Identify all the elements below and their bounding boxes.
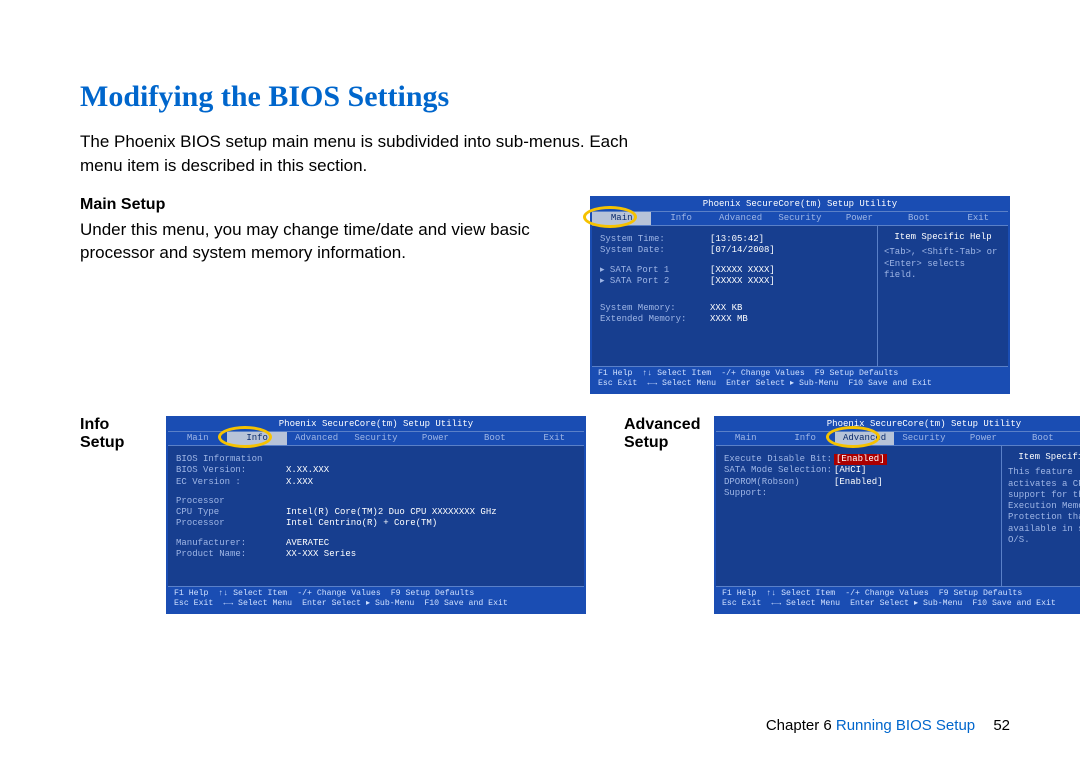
bios-row: Manufacturer:AVERATEC <box>176 538 576 549</box>
bios-tab-info: Info <box>651 212 710 225</box>
bios-tab-security: Security <box>770 212 829 225</box>
info-advanced-row: Info Setup Phoenix SecureCore(tm) Setup … <box>80 416 1010 614</box>
bios-main-screenshot: Phoenix SecureCore(tm) Setup Utility Mai… <box>590 196 1010 394</box>
bios-help-text: This feature activates a CPU support for… <box>1008 467 1080 546</box>
bios-main-pane: System Time:[13:05:42]System Date:[07/14… <box>592 226 878 366</box>
intro-text: The Phoenix BIOS setup main menu is subd… <box>80 130 640 178</box>
bios-advanced-screenshot: Phoenix SecureCore(tm) Setup Utility Mai… <box>714 416 1080 614</box>
bios-row: System Memory:XXX KB <box>600 303 869 314</box>
bios-row: BIOS Information <box>176 454 576 465</box>
bios-row: DPOROM(Robson) Support:[Enabled] <box>724 477 993 500</box>
main-setup-row: Main Setup Under this menu, you may chan… <box>80 196 1010 394</box>
page-number: 52 <box>993 717 1010 734</box>
bios-tab-advanced-active: Advanced <box>835 432 894 445</box>
bios-row: Execute Disable Bit:[Enabled] <box>724 454 993 465</box>
bios-row: BIOS Version:X.XX.XXX <box>176 465 576 476</box>
bios-tab-main: Main <box>592 212 651 225</box>
bios-row: Product Name:XX-XXX Series <box>176 549 576 560</box>
bios-advanced-pane: Execute Disable Bit:[Enabled]SATA Mode S… <box>716 446 1002 586</box>
bios-row: ▸ SATA Port 1[XXXXX XXXX] <box>600 265 869 276</box>
bios-tab-info-active: Info <box>227 432 286 445</box>
bios-info-screenshot: Phoenix SecureCore(tm) Setup Utility Mai… <box>166 416 586 614</box>
bios-row: CPU TypeIntel(R) Core(TM)2 Duo CPU XXXXX… <box>176 507 576 518</box>
chapter-name: Running BIOS Setup <box>836 717 975 734</box>
bios-row: ProcessorIntel Centrino(R) + Core(TM) <box>176 518 576 529</box>
bios-help-pane: Item Specific Help <Tab>, <Shift-Tab> or… <box>878 226 1008 366</box>
bios-row: Processor <box>176 496 576 507</box>
page-title: Modifying the BIOS Settings <box>80 80 1010 114</box>
bios-tab-boot: Boot <box>889 212 948 225</box>
bios-titlebar: Phoenix SecureCore(tm) Setup Utility <box>592 198 1008 211</box>
bios-footer: F1 Help ↑↓ Select Item -/+ Change Values… <box>592 366 1008 392</box>
main-setup-body: Under this menu, you may change time/dat… <box>80 218 562 266</box>
bios-row: System Time:[13:05:42] <box>600 234 869 245</box>
advanced-setup-heading: Advanced Setup <box>624 416 706 452</box>
bios-help-text: <Tab>, <Shift-Tab> or <Enter> selects fi… <box>884 247 1002 281</box>
bios-row: EC Version :X.XXX <box>176 477 576 488</box>
bios-info-pane: BIOS InformationBIOS Version:X.XX.XXXEC … <box>168 446 584 586</box>
page-footer: Chapter 6 Running BIOS Setup 52 <box>766 717 1010 734</box>
bios-tab-power: Power <box>830 212 889 225</box>
bios-tabs: Main Info Advanced Security Power Boot E… <box>592 211 1008 226</box>
info-setup-heading: Info Setup <box>80 416 158 452</box>
bios-row: Extended Memory:XXXX MB <box>600 314 869 325</box>
bios-tab-advanced: Advanced <box>711 212 770 225</box>
bios-row: SATA Mode Selection:[AHCI] <box>724 465 993 476</box>
chapter-label: Chapter 6 <box>766 717 832 734</box>
bios-tab-exit: Exit <box>949 212 1008 225</box>
main-setup-heading: Main Setup <box>80 196 562 214</box>
bios-row: ▸ SATA Port 2[XXXXX XXXX] <box>600 276 869 287</box>
bios-row: System Date:[07/14/2008] <box>600 245 869 256</box>
